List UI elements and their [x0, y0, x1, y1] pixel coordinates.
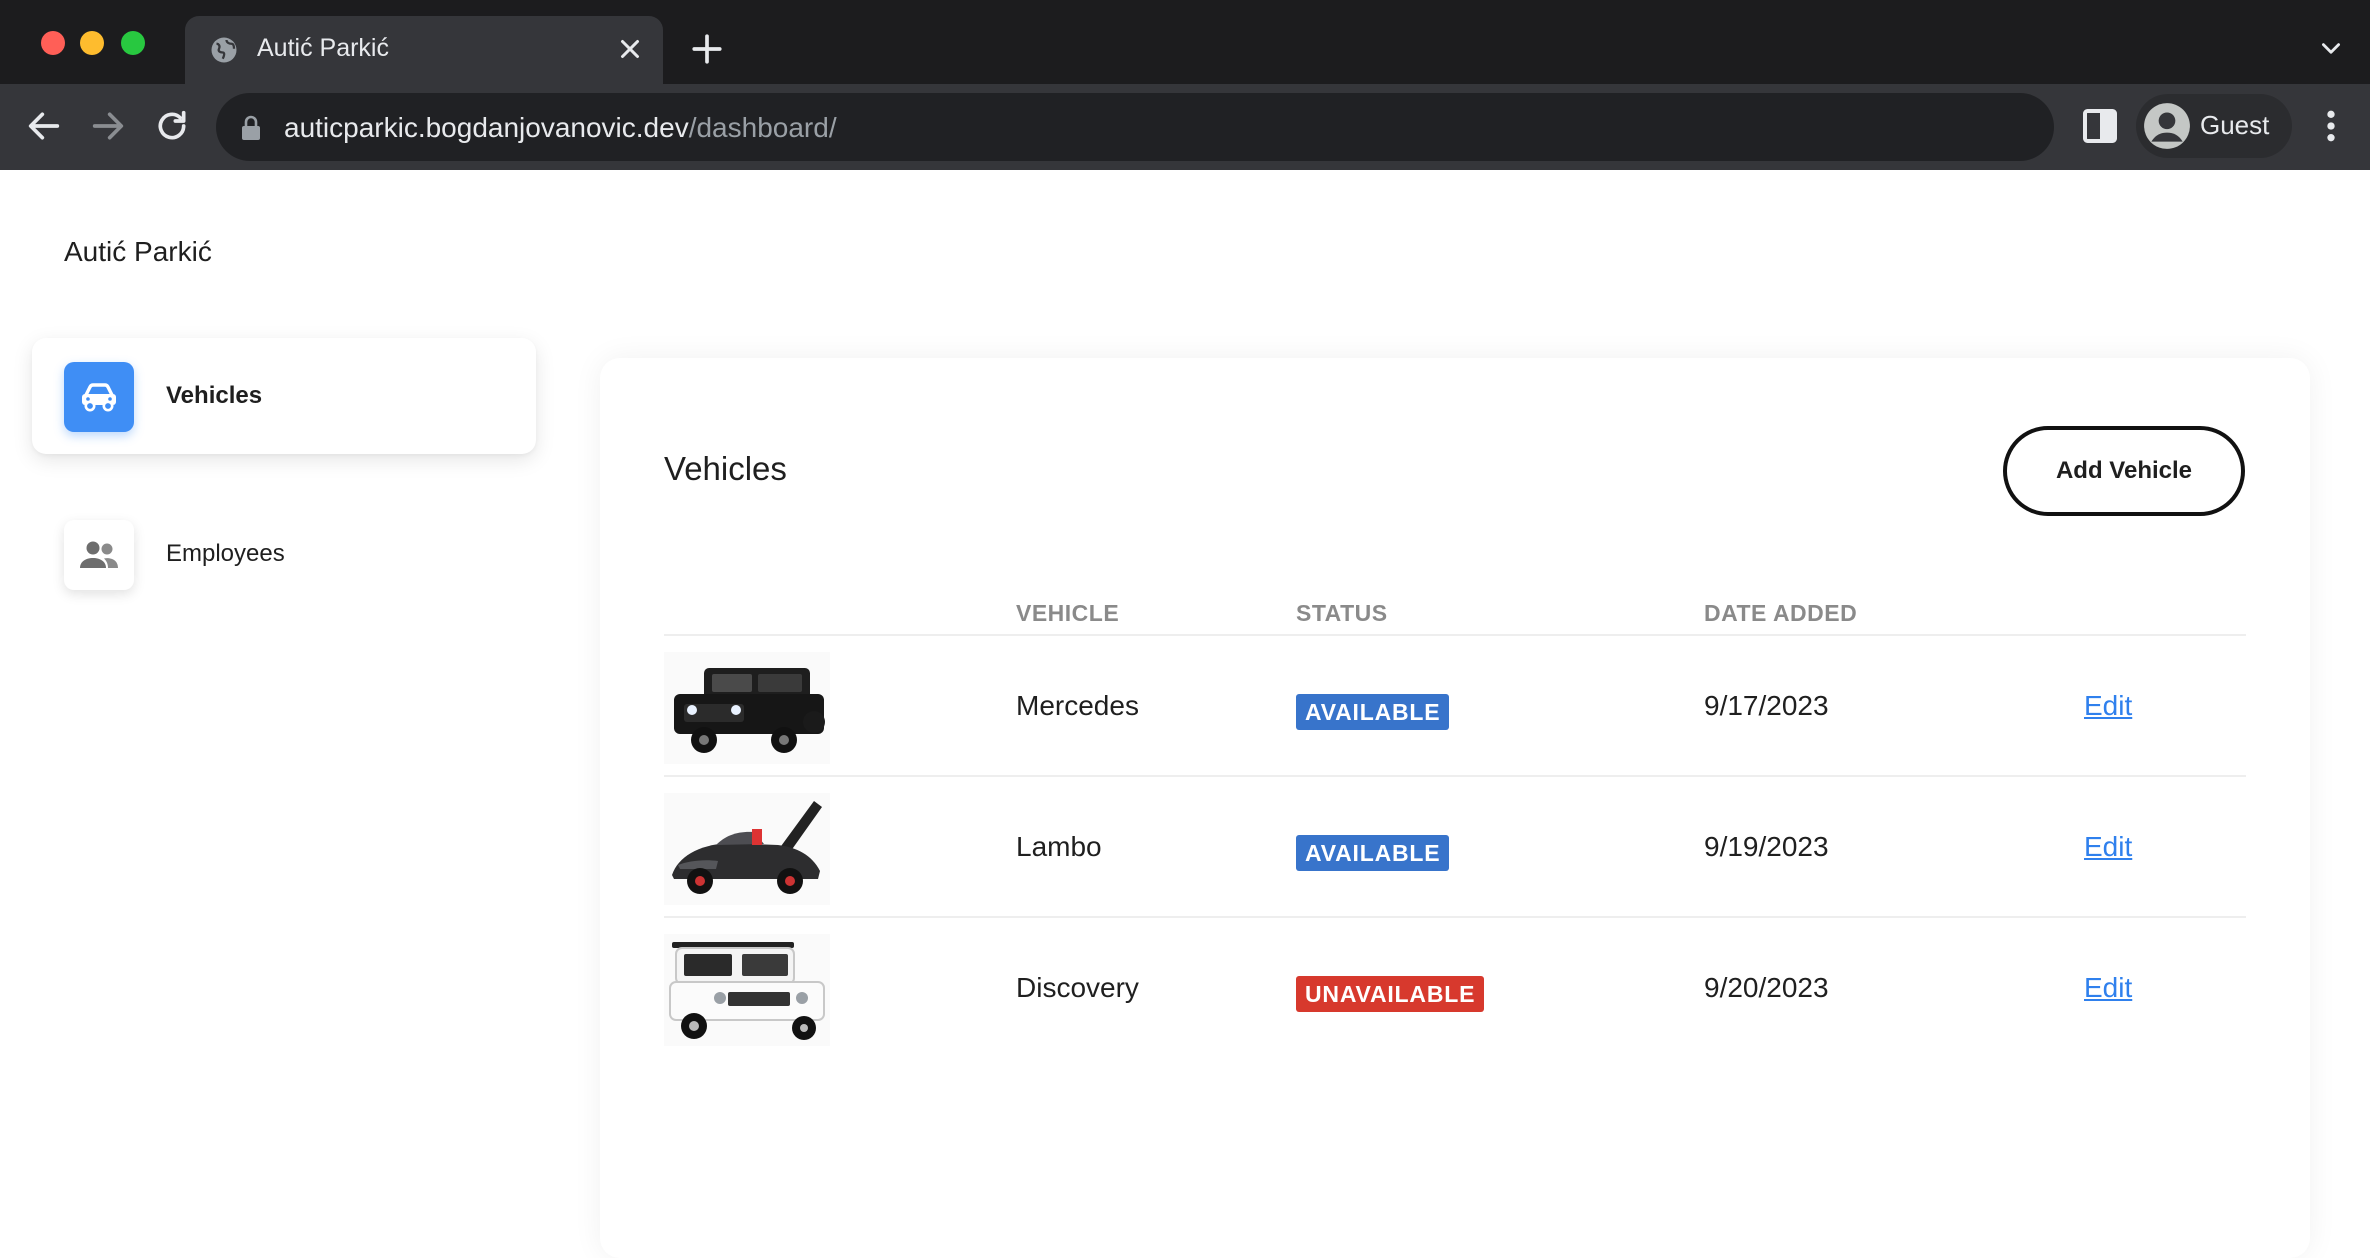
sidebar-item-label: Employees [166, 540, 285, 567]
tab-title: Autić Parkić [257, 34, 389, 62]
status-badge: AVAILABLE [1296, 835, 1450, 871]
black-supercar-thumbnail [664, 793, 830, 905]
table-row: Mercedes AVAILABLE 9/17/2023 Edit [664, 636, 2246, 777]
table-row: Lambo AVAILABLE 9/19/2023 Edit [664, 777, 2246, 918]
page-title: Vehicles [664, 450, 787, 487]
minimize-window-button[interactable] [80, 31, 104, 55]
url-path: /dashboard/ [688, 112, 837, 143]
white-suv-thumbnail [664, 934, 830, 1046]
new-tab-icon[interactable] [690, 32, 724, 66]
vehicles-card: Vehicles Add Vehicle VEHICLE STATUS DATE… [600, 358, 2310, 1258]
url-text: auticparkic.bogdanjovanovic.dev/dashboar… [284, 112, 837, 144]
tab-strip: Autić Parkić [0, 0, 2370, 84]
date-added: 9/20/2023 [1704, 972, 1829, 1003]
edit-link[interactable]: Edit [2084, 972, 2132, 1004]
black-jeep-thumbnail [664, 652, 830, 764]
lock-icon[interactable] [240, 115, 262, 141]
browser-chrome: Autić Parkić auticparkic.bogdanjovanovic… [0, 0, 2370, 170]
column-header-date: DATE ADDED [1704, 600, 1858, 626]
vehicle-name: Mercedes [1016, 690, 1139, 721]
profile-label: Guest [2200, 110, 2270, 140]
reload-icon[interactable] [152, 106, 192, 146]
more-options-icon[interactable] [2316, 106, 2346, 146]
people-icon [80, 541, 118, 568]
sidebar-item-label: Vehicles [166, 382, 263, 409]
browser-toolbar: auticparkic.bogdanjovanovic.dev/dashboar… [0, 84, 2370, 170]
forward-arrow-icon[interactable] [88, 106, 128, 146]
browser-tab[interactable]: Autić Parkić [185, 16, 663, 84]
url-host: auticparkic.bogdanjovanovic.dev [284, 112, 689, 143]
status-badge: UNAVAILABLE [1296, 976, 1485, 1012]
edit-link[interactable]: Edit [2084, 831, 2132, 863]
brand-title: Autić Parkić [64, 236, 212, 267]
address-bar[interactable]: auticparkic.bogdanjovanovic.dev/dashboar… [216, 93, 2054, 161]
people-icon-container [64, 520, 134, 590]
avatar-icon [2144, 103, 2190, 149]
page: Autić Parkić Vehicles Employees Vehicles… [0, 170, 2370, 1258]
column-header-status: STATUS [1296, 600, 1388, 626]
car-icon [82, 383, 116, 412]
table-row: Discovery UNAVAILABLE 9/20/2023 Edit [664, 918, 2246, 1059]
vehicle-name: Discovery [1016, 972, 1139, 1003]
car-icon-container [64, 362, 134, 432]
date-added: 9/19/2023 [1704, 831, 1829, 862]
profile-button[interactable]: Guest [2136, 94, 2292, 158]
sidebar-item-vehicles[interactable]: Vehicles [32, 338, 536, 454]
side-panel-icon[interactable] [2080, 106, 2120, 146]
vehicle-name: Lambo [1016, 831, 1102, 862]
add-vehicle-button[interactable]: Add Vehicle [2003, 426, 2245, 516]
sidebar-item-employees[interactable]: Employees [32, 496, 536, 612]
back-arrow-icon[interactable] [24, 106, 64, 146]
vehicles-table: VEHICLE STATUS DATE ADDED Mercedes AVAIL… [664, 600, 2246, 1059]
date-added: 9/17/2023 [1704, 690, 1829, 721]
maximize-window-button[interactable] [121, 31, 145, 55]
table-header: VEHICLE STATUS DATE ADDED [664, 600, 2246, 636]
column-header-vehicle: VEHICLE [1016, 600, 1120, 626]
chevron-down-icon[interactable] [2316, 36, 2346, 62]
globe-icon [211, 37, 237, 63]
close-window-button[interactable] [41, 31, 65, 55]
status-badge: AVAILABLE [1296, 694, 1450, 730]
close-tab-icon[interactable] [615, 34, 645, 64]
edit-link[interactable]: Edit [2084, 690, 2132, 722]
